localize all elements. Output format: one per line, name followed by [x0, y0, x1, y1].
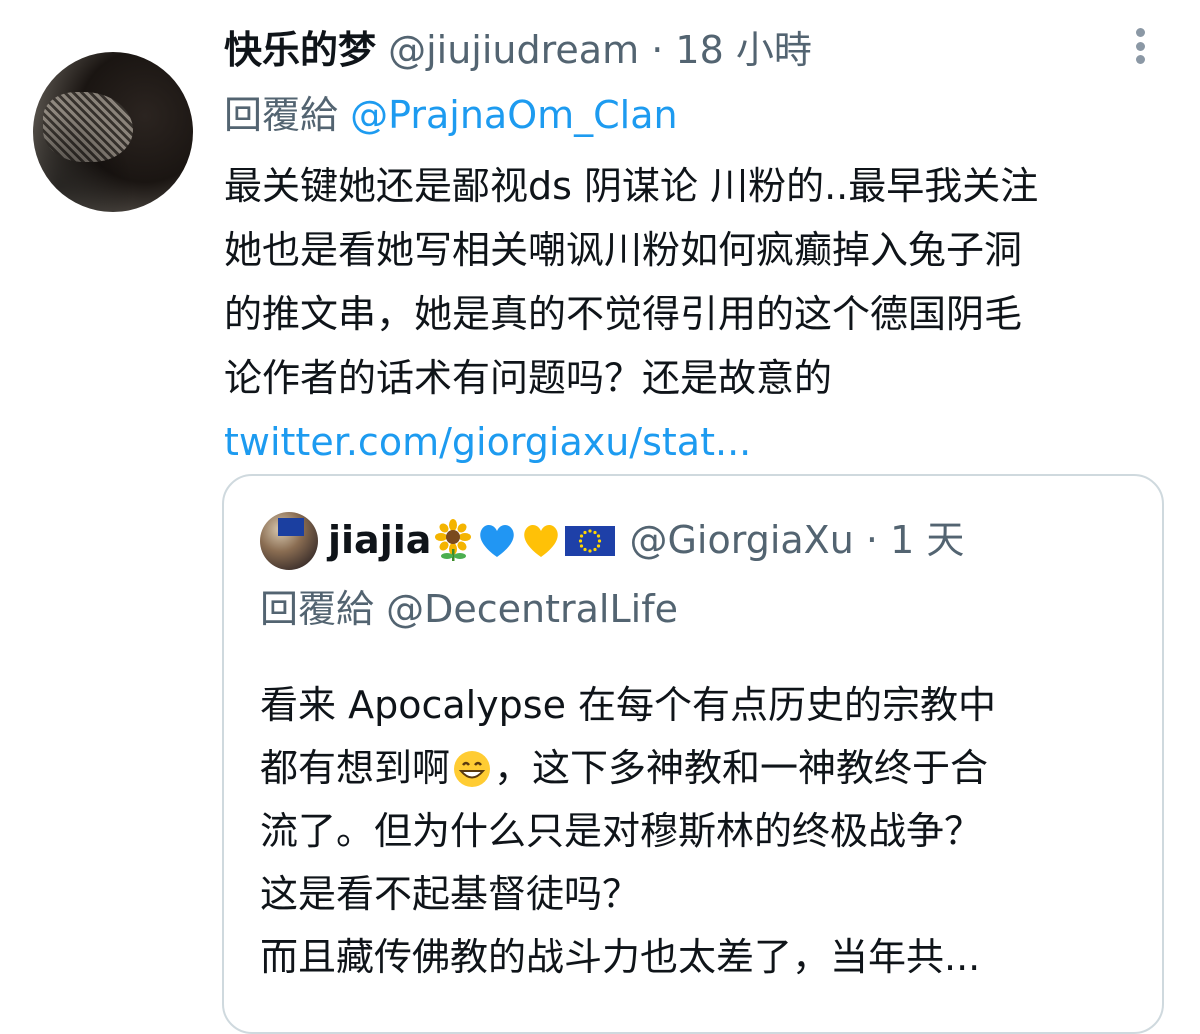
- grinning-face-emoji: [451, 746, 493, 788]
- blue-heart-emoji: [476, 518, 518, 560]
- quoted-author-handle[interactable]: @GiorgiaXu: [629, 518, 853, 562]
- reply-prefix: 回覆給: [224, 93, 339, 137]
- quoted-text-line-with-emoji: 都有想到啊 ，这下多神教和一神教终于合: [260, 737, 1140, 800]
- quoted-reply-to[interactable]: @DecentralLife: [386, 587, 678, 631]
- quoted-tweet-header: jiajia @GiorgiaXu · 1 天: [328, 510, 964, 570]
- quoted-text-line: 看来 Apocalypse 在每个有点历史的宗教中: [260, 683, 997, 727]
- tweet-link[interactable]: twitter.com/giorgiaxu/stat...: [224, 410, 1174, 474]
- quoted-header-separator: ·: [865, 518, 878, 562]
- more-dot: [1135, 41, 1145, 51]
- quoted-reply-prefix: 回覆給: [260, 587, 375, 631]
- more-dot: [1135, 28, 1145, 37]
- quoted-text-segment: ，这下多神教和一神教终于合: [494, 746, 989, 790]
- quoted-tweet-card[interactable]: jiajia @GiorgiaXu · 1 天 回覆給 @DecentralLi…: [222, 474, 1164, 1034]
- tweet-body: 最关键她还是鄙视ds 阴谋论 川粉的..最早我关注 她也是看她写相关嘲讽川粉如何…: [224, 154, 1174, 474]
- tweet-text-line: 的推文串，她是真的不觉得引用的这个德国阴毛: [224, 292, 1023, 336]
- eu-flag-emoji: [564, 518, 616, 560]
- quoted-text-line: 这是看不起基督徒吗？: [260, 872, 641, 916]
- sunflower-emoji: [432, 518, 474, 561]
- avatar-shade: [33, 52, 193, 212]
- tweet-text-line: 最关键她还是鄙视ds 阴谋论 川粉的..最早我关注: [224, 164, 1039, 208]
- author-handle[interactable]: @jiujiudream: [388, 28, 639, 72]
- tweet-time[interactable]: 18 小時: [675, 28, 811, 72]
- reply-context: 回覆給 @PrajnaOm_Clan: [224, 88, 678, 142]
- yellow-heart-emoji: [520, 518, 562, 560]
- quoted-tweet-body: 看来 Apocalypse 在每个有点历史的宗教中 都有想到啊 ，这下多神教和一…: [260, 674, 1140, 989]
- more-options-icon[interactable]: [1128, 24, 1152, 68]
- quoted-text-line: 而且藏传佛教的战斗力也太差了，当年共...: [260, 935, 981, 979]
- header-separator: ·: [651, 28, 664, 72]
- quoted-text-line: 流了。但为什么只是对穆斯林的终极战争？: [260, 809, 983, 853]
- quoted-tweet-time[interactable]: 1 天: [890, 518, 964, 562]
- tweet-text-line: 她也是看她写相关嘲讽川粉如何疯癫掉入兔子洞: [224, 228, 1023, 272]
- author-avatar[interactable]: [33, 52, 193, 212]
- avatar-flag: [278, 518, 304, 536]
- quoted-author-avatar[interactable]: [260, 512, 318, 570]
- author-display-name[interactable]: 快乐的梦: [224, 28, 376, 72]
- reply-to-link[interactable]: @PrajnaOm_Clan: [350, 93, 677, 137]
- quoted-text-segment: 都有想到啊: [260, 746, 451, 790]
- tweet-header: 快乐的梦 @jiujiudream · 18 小時: [224, 22, 812, 78]
- quoted-reply-context: 回覆給 @DecentralLife: [260, 582, 678, 636]
- more-dot: [1135, 55, 1145, 64]
- tweet-text-line: 论作者的话术有问题吗？还是故意的: [224, 356, 833, 400]
- quoted-author-display-name[interactable]: jiajia: [328, 518, 431, 562]
